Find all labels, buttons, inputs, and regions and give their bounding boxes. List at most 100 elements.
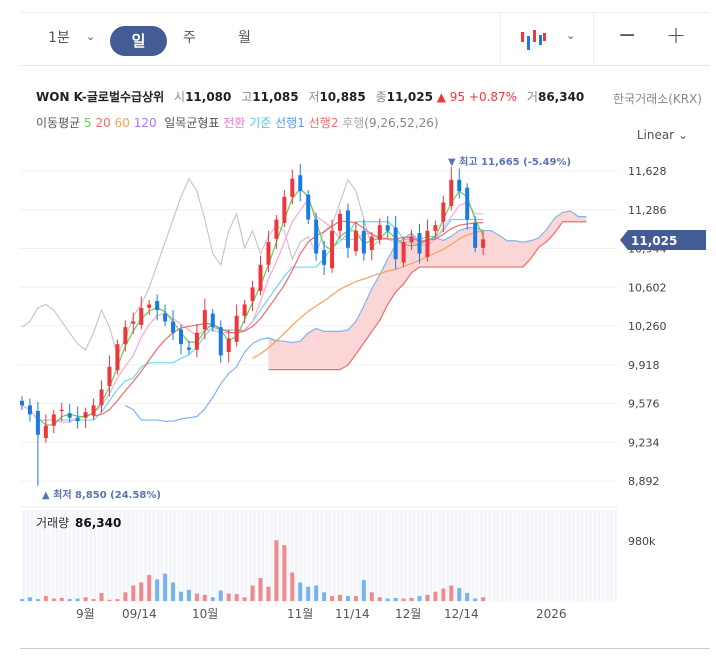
volume-grid-stripe <box>244 510 248 602</box>
candle-body <box>425 230 430 257</box>
volume-grid-stripe <box>479 510 483 602</box>
volume-bar <box>361 579 366 601</box>
volume-grid-stripe <box>341 510 345 602</box>
lagging-span-line <box>21 177 381 358</box>
candle-body <box>171 321 176 333</box>
candle-body <box>51 414 56 426</box>
volume-bar <box>131 585 136 601</box>
candle-body <box>99 389 104 406</box>
volume-grid-stripe <box>605 510 609 602</box>
volume-bar <box>163 573 168 601</box>
candle-body <box>473 222 478 248</box>
price-chart[interactable]: 11,62811,28610,94410,60210,2609,9189,576… <box>0 0 716 656</box>
volume-value: 86,340 <box>75 516 121 530</box>
volume-grid-stripe <box>236 510 240 602</box>
volume-grid-stripe <box>395 510 399 602</box>
volume-bar <box>369 592 374 601</box>
volume-bar <box>59 597 64 601</box>
volume-grid-stripe <box>559 510 563 602</box>
volume-grid-stripe <box>542 510 546 602</box>
volume-grid-stripe <box>446 510 450 602</box>
volume-bar <box>258 578 263 601</box>
volume-bar <box>67 599 72 601</box>
date-axis-label: 09/14 <box>122 607 157 621</box>
volume-bar <box>322 592 327 601</box>
volume-grid-stripe <box>328 510 332 602</box>
volume-grid-stripe <box>547 510 550 602</box>
volume-grid-stripe <box>463 510 466 602</box>
date-axis-label: 11월 <box>287 607 313 621</box>
last-price-value: 11,025 <box>631 234 677 248</box>
volume-grid-stripe <box>509 510 513 602</box>
volume-grid-stripe <box>496 510 500 602</box>
volume-bar <box>179 591 183 601</box>
volume-grid-stripe <box>206 510 210 602</box>
candle-body <box>353 230 358 252</box>
candle-body <box>441 202 446 222</box>
volume-bar <box>441 588 446 601</box>
volume-grid-stripe <box>181 510 185 602</box>
candle-body <box>306 194 311 220</box>
volume-grid-stripe <box>211 510 214 602</box>
candle-body <box>107 366 112 387</box>
divider <box>20 648 710 649</box>
volume-bar <box>20 599 24 601</box>
volume-grid-stripe <box>530 510 534 602</box>
candle-body <box>35 410 40 435</box>
volume-grid-stripe <box>223 510 227 602</box>
candle-body <box>433 225 438 231</box>
volume-grid-stripe <box>26 510 30 602</box>
volume-bar <box>83 597 88 601</box>
candle-body <box>449 179 454 206</box>
volume-bar <box>250 585 255 601</box>
volume-grid-stripe <box>232 510 235 602</box>
volume-bar <box>465 592 470 601</box>
volume-bar <box>417 596 422 601</box>
volume-bar <box>274 540 279 601</box>
volume-grid-stripe <box>374 510 378 602</box>
volume-grid-stripe <box>584 510 588 602</box>
max-price-label: ▼ 최고 11,665 (-5.49%) <box>448 155 571 168</box>
volume-grid-stripe <box>505 510 508 602</box>
volume-bar <box>35 599 40 601</box>
volume-grid-stripe <box>143 510 147 602</box>
volume-grid-stripe <box>194 510 198 602</box>
volume-grid-stripe <box>122 510 126 602</box>
candle-body <box>186 347 191 350</box>
candle-body <box>409 236 414 243</box>
volume-grid-stripe <box>576 510 580 602</box>
volume-grid-stripe <box>278 510 282 602</box>
volume-grid-stripe <box>185 510 189 602</box>
volume-grid-stripe <box>471 510 475 602</box>
volume-bar <box>115 599 120 601</box>
volume-grid-stripe <box>400 510 403 602</box>
volume-bar <box>338 594 342 601</box>
candle-body <box>345 210 350 248</box>
volume-grid-stripe <box>425 510 429 602</box>
volume-bar <box>457 587 462 601</box>
volume-grid-stripe <box>152 510 156 602</box>
volume-grid-stripe <box>488 510 492 602</box>
date-axis-label: 11/14 <box>335 607 370 621</box>
volume-bar <box>425 594 430 601</box>
volume-bar <box>99 592 104 601</box>
candle-body <box>282 196 287 223</box>
volume-bar <box>345 596 350 601</box>
candle-body <box>242 304 247 316</box>
candle-body <box>322 250 327 265</box>
candle-body <box>147 304 152 308</box>
volume-grid-stripe <box>500 510 504 602</box>
volume-bar <box>393 597 398 601</box>
candle-body <box>131 321 136 324</box>
volume-bar <box>186 589 191 601</box>
volume-bar <box>171 582 176 601</box>
volume-bar <box>433 591 438 601</box>
price-tick-label: 9,576 <box>628 398 660 411</box>
volume-bar <box>147 574 152 601</box>
volume-bar <box>377 597 382 601</box>
volume-bar <box>27 597 32 601</box>
price-tick-label: 8,892 <box>628 475 660 488</box>
volume-grid-stripe <box>437 510 441 602</box>
candle-body <box>27 405 32 415</box>
volume-grid-stripe <box>551 510 555 602</box>
